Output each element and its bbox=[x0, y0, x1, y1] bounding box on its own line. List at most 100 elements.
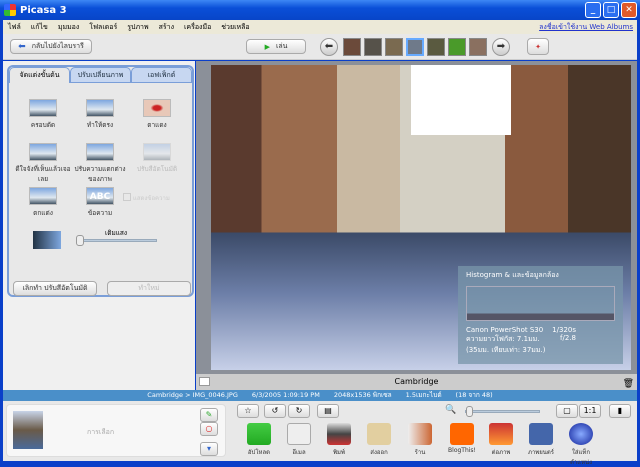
histogram-title: Histogram & และข้อมูลกล้อง bbox=[466, 271, 559, 279]
fit-view-button[interactable]: ▢ bbox=[556, 404, 578, 418]
back-label: กลับไปยังไลบรารี bbox=[31, 42, 84, 50]
crop-icon bbox=[29, 99, 57, 117]
fill-light-icon bbox=[33, 231, 61, 249]
undo-button[interactable]: เลิกทำ ปรับสีอัตโนมัติ bbox=[13, 281, 97, 296]
close-button[interactable]: ✕ bbox=[621, 2, 637, 18]
collage-icon bbox=[489, 423, 513, 445]
retouch-tool[interactable]: ตกแต่ง bbox=[13, 187, 73, 218]
menu-bar: ไฟล์ แก้ไข มุมมอง โฟลเดอร์ รูปภาพ สร้าง เครื่อ… bbox=[3, 20, 637, 34]
next-photo-button[interactable]: ➡ bbox=[492, 38, 510, 56]
export-button[interactable]: ส่งออก bbox=[359, 423, 399, 457]
blogthis-button[interactable]: BlogThis! bbox=[442, 423, 482, 454]
caption-bar: Cambridge 🗑 bbox=[196, 374, 637, 390]
status-path: Cambridge > IMG_0046.JPG bbox=[147, 391, 238, 399]
toolbar: ⬅ กลับไปยังไลบรารี ▶ เล่น ⬅ ➡ ✦ bbox=[3, 34, 637, 60]
filmstrip-thumb[interactable] bbox=[364, 38, 382, 56]
tab-basic-fixes[interactable]: จัดแต่งขั้นต้น bbox=[9, 67, 70, 83]
movie-button[interactable]: ภาพยนตร์ bbox=[521, 423, 561, 457]
menu-edit[interactable]: แก้ไข bbox=[31, 22, 48, 33]
actual-size-button[interactable]: 1:1 bbox=[579, 404, 601, 418]
straighten-tool[interactable]: ทำให้ตรง bbox=[70, 99, 130, 130]
print-button[interactable]: พิมพ์ bbox=[319, 423, 359, 457]
crop-tool[interactable]: ครอบตัด bbox=[13, 99, 73, 130]
focal-length: ความยาวโฟกัส: 7.1มม. bbox=[466, 335, 540, 343]
feeling-lucky-tool[interactable]: ดีใจจังที่เห็นแล้วเจอเลย bbox=[13, 143, 73, 184]
add-to-album-button[interactable]: ▾ bbox=[200, 442, 218, 456]
auto-contrast-tool[interactable]: ปรับความแตกต่างของภาพ bbox=[70, 143, 130, 184]
zoom-icon: 🔍 bbox=[445, 405, 457, 415]
upload-button[interactable]: อัปโหลด bbox=[239, 423, 279, 457]
fill-light-slider[interactable] bbox=[76, 235, 157, 246]
caption-toggle-icon[interactable] bbox=[199, 377, 210, 386]
tool-label: ตกแต่ง bbox=[33, 209, 53, 217]
shop-button[interactable]: ร้าน bbox=[400, 423, 440, 457]
menu-create[interactable]: สร้าง bbox=[159, 22, 174, 33]
color-button[interactable]: ▮ bbox=[609, 404, 631, 418]
filmstrip-thumb-selected[interactable] bbox=[406, 38, 424, 56]
back-arrow-icon: ⬅ bbox=[18, 41, 26, 52]
slider-thumb[interactable] bbox=[76, 235, 84, 246]
hold-pin-button[interactable]: ✎ bbox=[200, 408, 218, 422]
previous-photo-button[interactable]: ⬅ bbox=[320, 38, 338, 56]
email-button[interactable]: อีเมล bbox=[279, 423, 319, 457]
filmstrip-thumb[interactable] bbox=[427, 38, 445, 56]
rotate-left-button[interactable]: ↺ bbox=[264, 404, 286, 418]
histogram-graph bbox=[466, 286, 615, 321]
tool-label: ดีใจจังที่เห็นแล้วเจอเลย bbox=[15, 165, 71, 183]
action-label: ส่งออก bbox=[370, 449, 388, 456]
tab-tuning[interactable]: ปรับเปลี่ยนภาพ bbox=[70, 67, 131, 83]
sign-in-link[interactable]: ลงชื่อเข้าใช้งาน Web Albums bbox=[539, 22, 633, 33]
tab-effects[interactable]: เอฟเฟ็กต์ bbox=[131, 67, 192, 83]
menu-folder[interactable]: โฟลเดอร์ bbox=[89, 22, 117, 33]
tag-button[interactable]: ▤ bbox=[317, 404, 339, 418]
focal-equiv: (35มม. เทียบเท่า: 37มม.) bbox=[466, 346, 546, 354]
shop-icon bbox=[408, 423, 432, 445]
zoom-slider-thumb[interactable] bbox=[466, 406, 473, 417]
action-label: อีเมล bbox=[292, 449, 306, 456]
auto-color-tool[interactable]: ปรับสีอัตโนมัติ bbox=[127, 143, 187, 174]
play-button[interactable]: ▶ เล่น bbox=[246, 39, 306, 54]
minimize-button[interactable]: _ bbox=[585, 2, 601, 18]
blogger-icon bbox=[450, 423, 474, 445]
menu-view[interactable]: มุมมอง bbox=[58, 22, 79, 33]
action-label: ต่อภาพ bbox=[491, 449, 511, 456]
checkbox-label: แสดงข้อความ bbox=[133, 195, 170, 202]
menu-file[interactable]: ไฟล์ bbox=[8, 22, 21, 33]
aperture: f/2.8 bbox=[560, 334, 576, 342]
text-tool[interactable]: ABC ข้อความ bbox=[70, 187, 130, 218]
filmstrip-thumb[interactable] bbox=[469, 38, 487, 56]
envelope-icon bbox=[287, 423, 311, 445]
caption-input[interactable]: Cambridge bbox=[395, 377, 439, 386]
clear-tray-button[interactable]: ○ bbox=[200, 422, 218, 436]
tray-thumbnail[interactable] bbox=[13, 411, 43, 449]
red-eye-tool[interactable]: ตาแดง bbox=[127, 99, 187, 130]
tool-label: ตาแดง bbox=[147, 121, 167, 129]
status-date: 6/3/2005 1:09:19 PM bbox=[251, 391, 320, 399]
status-size: 1.5เมกะไบต์ bbox=[405, 391, 442, 399]
redo-button[interactable]: ทำใหม่ bbox=[107, 281, 191, 296]
selection-tray: การเลือก ✎ ○ ▾ bbox=[6, 404, 226, 457]
tool-label: ครอบตัด bbox=[30, 121, 56, 129]
status-dimensions: 2048x1536 พิกเซล bbox=[333, 391, 392, 399]
pins-icon: ✦ bbox=[535, 42, 541, 51]
photo-viewer: Histogram & และข้อมูลกล้อง Canon PowerSh… bbox=[196, 61, 637, 374]
folder-icon bbox=[367, 423, 391, 445]
zoom-slider[interactable] bbox=[465, 406, 540, 417]
contrast-icon bbox=[86, 143, 114, 161]
collage-action-button[interactable]: ต่อภาพ bbox=[481, 423, 521, 457]
show-text-checkbox[interactable]: แสดงข้อความ bbox=[123, 193, 170, 203]
geotag-button[interactable]: ใส่แท็กตำแหน่ง bbox=[561, 423, 601, 467]
filmstrip-thumb[interactable] bbox=[385, 38, 403, 56]
star-button[interactable]: ☆ bbox=[237, 404, 259, 418]
menu-help[interactable]: ช่วยเหลือ bbox=[221, 22, 249, 33]
back-to-library-button[interactable]: ⬅ กลับไปยังไลบรารี bbox=[10, 39, 92, 54]
filmstrip-thumb[interactable] bbox=[343, 38, 361, 56]
filmstrip-thumb[interactable] bbox=[448, 38, 466, 56]
menu-tools[interactable]: เครื่องมือ bbox=[184, 22, 211, 33]
abc-icon: ABC bbox=[86, 187, 114, 205]
maximize-button[interactable]: □ bbox=[603, 2, 619, 18]
rotate-right-button[interactable]: ↻ bbox=[288, 404, 310, 418]
collage-button[interactable]: ✦ bbox=[527, 38, 549, 55]
menu-picture[interactable]: รูปภาพ bbox=[127, 22, 148, 33]
play-label: เล่น bbox=[275, 42, 288, 50]
